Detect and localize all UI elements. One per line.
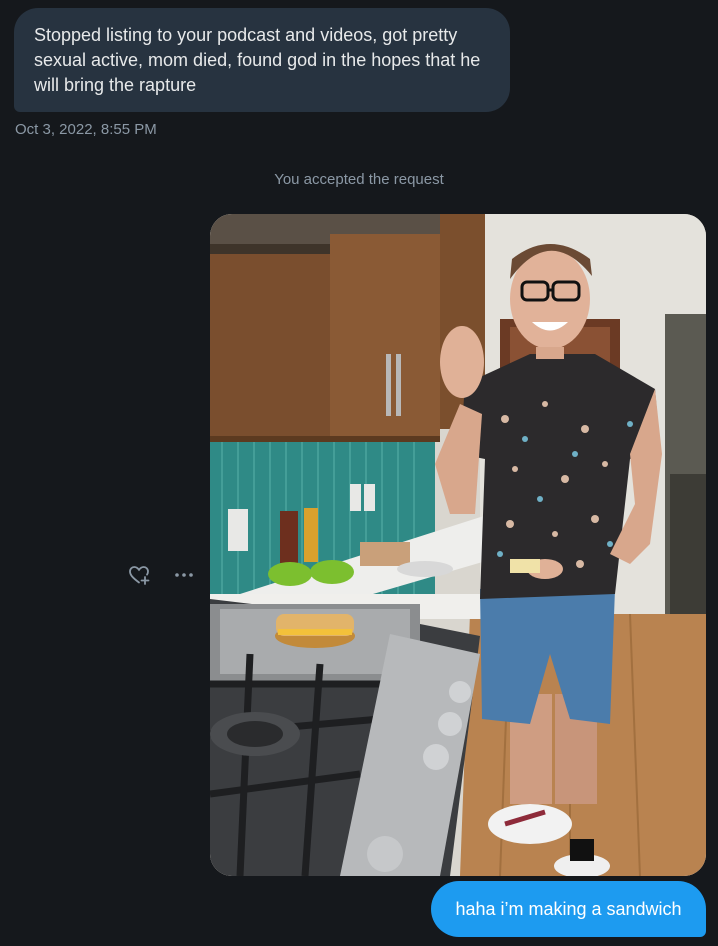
heart-plus-icon[interactable] (127, 563, 151, 587)
more-horizontal-icon[interactable] (172, 563, 196, 587)
media-photo[interactable] (210, 214, 706, 876)
received-message-text: Stopped listing to your podcast and vide… (34, 25, 481, 95)
request-accepted-note: You accepted the request (274, 171, 444, 188)
sent-message-text: haha i’m making a sandwich (455, 899, 682, 919)
message-timestamp: Oct 3, 2022, 8:55 PM (15, 121, 157, 138)
received-message-bubble: Stopped listing to your podcast and vide… (14, 8, 510, 112)
sent-message-bubble: haha i’m making a sandwich (431, 881, 706, 937)
